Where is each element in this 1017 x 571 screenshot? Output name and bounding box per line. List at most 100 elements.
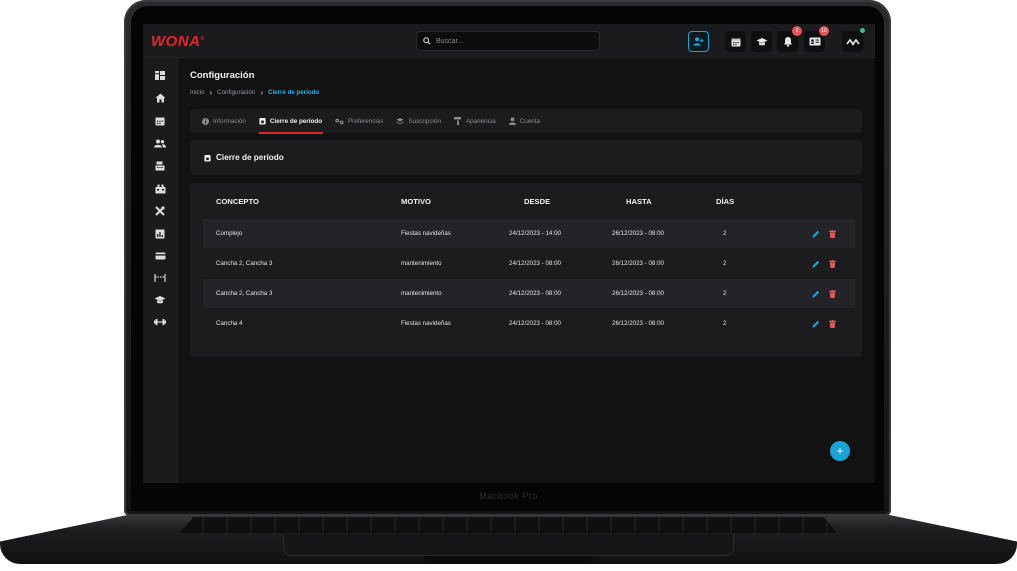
trash-icon [829, 229, 836, 238]
add-user-button[interactable] [688, 31, 709, 52]
delete-button[interactable] [827, 288, 838, 299]
table-row: Cancha 2, Cancha 3 mantenimiento 24/12/2… [203, 249, 855, 278]
cell-motivo: mantenimiento [401, 290, 442, 297]
app-screen: WONA® Buscar... 2 10 Configuración Inici… [143, 24, 875, 483]
graduation-cap-icon [154, 296, 166, 304]
tools-icon [155, 206, 165, 216]
logo-mark: ® [200, 36, 205, 42]
delete-button[interactable] [827, 318, 838, 329]
search-input[interactable] [436, 37, 586, 45]
delete-button[interactable] [827, 228, 838, 239]
add-closure-button[interactable]: + [830, 441, 850, 461]
top-bar: WONA® Buscar... 2 10 [143, 24, 875, 58]
cell-desde: 24/12/2023 - 14:00 [509, 230, 561, 237]
dashboard-icon [155, 70, 165, 80]
pencil-icon [812, 230, 819, 237]
profile-button[interactable] [842, 27, 866, 52]
column-header-concepto: CONCEPTO [216, 197, 259, 206]
logo-avatar-icon [845, 38, 860, 45]
id-card-button[interactable]: 10 [804, 26, 829, 52]
tab-preferencias[interactable]: Preferencias [335, 109, 390, 133]
pencil-icon [812, 290, 819, 297]
cell-concepto: Cancha 2, Cancha 3 [216, 290, 273, 297]
sidebar-item-store[interactable] [153, 182, 167, 196]
column-header-motivo: MOTIVO [401, 197, 431, 206]
chevron-right-icon: › [260, 87, 263, 97]
store-icon [155, 184, 165, 194]
delete-button[interactable] [827, 258, 838, 269]
tab-suscripcion[interactable]: Suscripción [396, 109, 448, 133]
chart-icon [155, 229, 165, 239]
sidebar-item-users[interactable] [153, 136, 167, 150]
edit-button[interactable] [810, 288, 821, 299]
edit-button[interactable] [810, 318, 821, 329]
sidebar-item-calendar[interactable] [153, 114, 167, 128]
settings-tabs: Información Cierre de período Preferenci… [190, 109, 862, 134]
calendar-icon [731, 38, 740, 46]
breadcrumb-home[interactable]: Inicio [190, 89, 204, 96]
sidebar-item-courts[interactable] [153, 271, 167, 285]
cell-hasta: 26/12/2023 - 08:00 [612, 320, 664, 327]
sidebar-item-academy[interactable] [153, 293, 167, 307]
cell-motivo: Fiestas navideñas [401, 320, 451, 327]
logo-text: WONA [151, 33, 201, 50]
period-closures-table: CONCEPTO MOTIVO DESDE HASTA DÍAS Complej… [190, 183, 862, 357]
layers-icon [396, 117, 404, 124]
trash-icon [829, 289, 836, 298]
paint-roller-icon [453, 117, 461, 125]
info-icon [202, 117, 209, 125]
table-row: Complejo Fiestas navideñas 24/12/2023 - … [203, 219, 855, 248]
users-icon [154, 139, 166, 147]
breadcrumb-configuracion[interactable]: Configuración [217, 89, 255, 96]
column-header-dias: DÍAS [716, 197, 735, 206]
id-card-icon [809, 37, 820, 46]
cell-dias: 2 [723, 290, 727, 297]
app-logo[interactable]: WONA® [151, 33, 205, 50]
cell-hasta: 26/12/2023 - 08:00 [612, 230, 664, 237]
sidebar [143, 58, 178, 483]
graduation-cap-icon [756, 37, 767, 45]
tab-apariencia[interactable]: Apariencia [453, 109, 503, 133]
sliders-icon [335, 118, 344, 124]
tab-informacion[interactable]: Información [202, 109, 253, 133]
tab-label: Suscripción [408, 117, 441, 125]
person-add-icon [693, 37, 704, 46]
notifications-button[interactable]: 2 [777, 26, 802, 52]
calendar-button[interactable] [725, 31, 746, 52]
calendar-icon [155, 117, 165, 126]
trash-icon [829, 259, 836, 268]
pencil-icon [812, 320, 819, 327]
tab-cierre-de-periodo[interactable]: Cierre de período [258, 109, 329, 134]
pencil-icon [812, 260, 819, 267]
id-card-badge: 10 [819, 26, 829, 36]
cell-hasta: 26/12/2023 - 08:00 [612, 260, 664, 267]
main-content: Configuración Inicio › Configuración › C… [178, 58, 875, 483]
edit-button[interactable] [810, 258, 821, 269]
column-header-hasta: HASTA [626, 197, 652, 206]
sidebar-item-gym[interactable] [153, 315, 167, 329]
sidebar-item-payments[interactable] [153, 249, 167, 263]
tab-label: Cierre de período [269, 117, 323, 125]
sidebar-item-tools[interactable] [153, 204, 167, 218]
laptop-keyboard [180, 517, 837, 533]
academy-button[interactable] [751, 31, 772, 52]
column-header-desde: DESDE [524, 197, 551, 206]
sidebar-item-cashier[interactable] [153, 159, 167, 173]
tab-label: Cuenta [519, 117, 541, 125]
laptop-lip [424, 556, 594, 564]
sidebar-item-home[interactable] [153, 91, 167, 105]
breadcrumb: Inicio › Configuración › Cierre de perío… [190, 87, 319, 97]
bell-icon [783, 37, 792, 47]
online-status-indicator [859, 27, 866, 34]
cell-motivo: Fiestas navideñas [401, 230, 451, 237]
tab-cuenta[interactable]: Cuenta [508, 109, 547, 133]
edit-button[interactable] [810, 228, 821, 239]
dumbbell-icon [154, 319, 166, 325]
card-icon [155, 252, 165, 260]
sidebar-item-reports[interactable] [153, 227, 167, 241]
sidebar-item-dashboard[interactable] [153, 68, 167, 82]
section-header: Cierre de período [190, 140, 862, 175]
cell-dias: 2 [723, 230, 727, 237]
user-icon [508, 117, 516, 125]
tab-label: Apariencia [465, 117, 496, 125]
